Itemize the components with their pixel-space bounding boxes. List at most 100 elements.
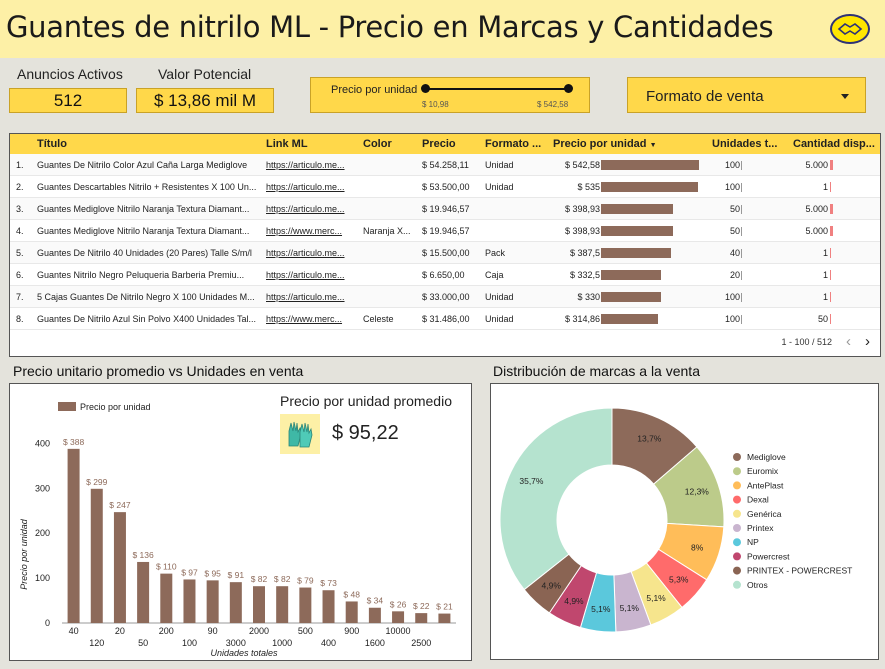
slider-max-handle[interactable] — [564, 84, 573, 93]
row-link[interactable]: https://articulo.me... — [266, 204, 352, 214]
precio-slider-control[interactable]: Precio por unidad $ 10,98 $ 542,58 — [310, 77, 590, 113]
row-color: Celeste — [363, 314, 394, 324]
row-link[interactable]: https://articulo.me... — [266, 270, 352, 280]
row-precio: $ 54.258,11 — [422, 160, 469, 170]
x-tick-label: 90 — [208, 626, 218, 636]
cantidad-bar — [830, 226, 833, 236]
table-row[interactable]: 5. Guantes De Nitrilo 40 Unidades (20 Par… — [10, 242, 880, 264]
handshake-logo-icon — [830, 14, 870, 44]
bar-value-label: $ 82 — [274, 574, 291, 584]
row-link[interactable]: https://articulo.me... — [266, 248, 352, 258]
chevron-right-icon[interactable]: › — [865, 333, 870, 350]
bar — [276, 586, 289, 623]
precio-unidad-bar — [601, 182, 698, 192]
row-title: Guantes Nitrilo Negro Peluqueria Barberi… — [37, 270, 245, 280]
header-formato[interactable]: Formato ... — [485, 138, 541, 150]
row-cantidad: 5.000 — [805, 226, 828, 236]
row-formato: Unidad — [485, 314, 514, 324]
pie-slice[interactable] — [499, 407, 613, 591]
header-link[interactable]: Link ML — [266, 138, 308, 150]
row-precio: $ 19.946,57 — [422, 226, 470, 236]
bar — [322, 590, 335, 623]
row-link[interactable]: https://articulo.me... — [266, 160, 352, 170]
pie-slice-label: 4,9% — [542, 581, 562, 591]
table-row[interactable]: 1. Guantes De Nitrilo Color Azul Caña Lar… — [10, 154, 880, 176]
row-number: 3. — [16, 204, 24, 214]
bar-value-label: $ 22 — [413, 601, 430, 611]
chevron-left-icon[interactable]: ‹ — [846, 333, 851, 350]
header-precio[interactable]: Precio — [422, 138, 456, 150]
precio-unidad-bar — [601, 292, 661, 302]
sort-desc-icon: ▼ — [649, 142, 657, 149]
table-row[interactable]: 7. 5 Cajas Guantes De Nitrilo Negro X 100… — [10, 286, 880, 308]
header-color[interactable]: Color — [363, 138, 392, 150]
x-tick-label: 400 — [321, 638, 336, 648]
row-precio-unidad: $ 332,5 — [569, 270, 600, 280]
row-precio-unidad: $ 542,58 — [564, 160, 600, 170]
row-formato: Caja — [485, 270, 504, 280]
bar-value-label: $ 82 — [251, 574, 268, 584]
cantidad-bar — [830, 160, 833, 170]
row-link[interactable]: https://articulo.me... — [266, 292, 352, 302]
bar-value-label: $ 34 — [367, 596, 384, 606]
bar — [160, 573, 173, 623]
x-tick-label: 900 — [344, 626, 359, 636]
bar-value-label: $ 26 — [390, 599, 407, 609]
row-unidades: 100 — [724, 314, 740, 324]
precio-unidad-bar — [601, 270, 662, 280]
row-precio: $ 19.946,57 — [422, 204, 470, 214]
x-tick-label: 3000 — [226, 638, 246, 648]
bar — [229, 582, 242, 623]
row-title: Guantes Mediglove Nitrilo Naranja Textur… — [37, 204, 250, 214]
formato-venta-dropdown[interactable]: Formato de venta — [627, 77, 866, 113]
row-formato: Unidad — [485, 182, 514, 192]
legend-dot — [733, 481, 741, 490]
header-unidades[interactable]: Unidades t... — [712, 138, 777, 150]
legend-dot — [733, 566, 741, 575]
row-cantidad: 5.000 — [805, 160, 828, 170]
x-tick-label: 120 — [89, 638, 104, 648]
bar-value-label: $ 91 — [228, 570, 245, 580]
table-row[interactable]: 8. Guantes De Nitrilo Azul Sin Polvo X400… — [10, 308, 880, 330]
row-cantidad: 1 — [822, 292, 828, 302]
header-titulo[interactable]: Título — [37, 138, 67, 150]
x-tick-label: 50 — [138, 638, 148, 648]
header-precio-unidad[interactable]: Precio por unidad ▼ — [553, 138, 657, 150]
table-row[interactable]: 4. Guantes Mediglove Nitrilo Naranja Text… — [10, 220, 880, 242]
slider-title: Precio por unidad — [331, 84, 418, 96]
bar — [415, 613, 428, 623]
bar — [183, 579, 196, 623]
table-row[interactable]: 2. Guantes Descartables Nitrilo + Resiste… — [10, 176, 880, 198]
valor-label: Valor Potencial — [158, 66, 252, 82]
row-number: 2. — [16, 182, 24, 192]
row-link[interactable]: https://www.merc... — [266, 314, 352, 324]
row-formato: Pack — [485, 248, 506, 258]
legend-label: Precio por unidad — [80, 402, 151, 412]
legend-label: Otros — [747, 580, 768, 590]
pie-slice-label: 8% — [691, 542, 704, 552]
row-link[interactable]: https://articulo.me... — [266, 182, 352, 192]
y-tick-label: 400 — [35, 438, 50, 448]
chevron-down-icon — [841, 94, 849, 99]
row-link[interactable]: https://www.merc... — [266, 226, 352, 236]
row-precio: $ 33.000,00 — [422, 292, 470, 302]
unidades-bar — [741, 315, 742, 324]
row-unidades: 50 — [729, 204, 740, 214]
slider-min-handle[interactable] — [421, 84, 430, 93]
valor-value: $ 13,86 mil M — [136, 88, 274, 113]
row-unidades: 40 — [729, 248, 740, 258]
slider-track[interactable] — [425, 88, 569, 90]
bar-value-label: $ 95 — [204, 568, 221, 578]
row-precio: $ 15.500,00 — [422, 248, 470, 258]
row-title: Guantes Mediglove Nitrilo Naranja Textur… — [37, 226, 250, 236]
unidades-bar — [741, 227, 742, 236]
bar — [90, 488, 103, 623]
legend-label: Mediglove — [747, 452, 786, 462]
table-row[interactable]: 6. Guantes Nitrilo Negro Peluqueria Barbe… — [10, 264, 880, 286]
legend-dot — [733, 524, 741, 532]
bar — [253, 586, 265, 623]
page-title: Guantes de nitrilo ML - Precio en Marcas… — [6, 10, 774, 44]
x-tick-label: 200 — [159, 626, 174, 636]
table-row[interactable]: 3. Guantes Mediglove Nitrilo Naranja Text… — [10, 198, 880, 220]
header-cantidad[interactable]: Cantidad disp... — [793, 138, 875, 150]
